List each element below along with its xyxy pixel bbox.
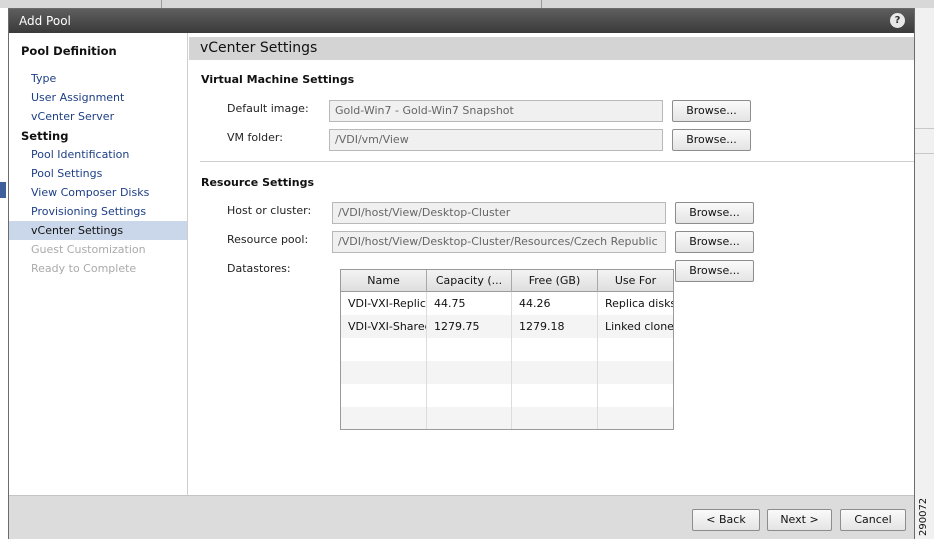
vm-folder-field[interactable]: /VDI/vm/View — [329, 129, 663, 151]
empty-cell — [427, 384, 512, 407]
background-toolbar-segment — [162, 0, 542, 8]
empty-cell — [512, 384, 598, 407]
cancel-button[interactable]: Cancel — [840, 509, 906, 531]
background-divider — [914, 128, 934, 129]
empty-table-row — [341, 338, 673, 361]
next-button[interactable]: Next > — [767, 509, 832, 531]
background-selection — [0, 182, 6, 198]
sidebar-item-provisioning-settings[interactable]: Provisioning Settings — [9, 202, 187, 221]
host-cluster-browse-button[interactable]: Browse... — [675, 202, 754, 224]
empty-cell — [512, 361, 598, 384]
empty-table-row — [341, 361, 673, 384]
table-row[interactable]: VDI-VXI-Replica 44.75 44.26 Replica disk… — [341, 292, 673, 315]
background-toolbar-segment — [0, 0, 162, 8]
sidebar-item-view-composer-disks[interactable]: View Composer Disks — [9, 183, 187, 202]
table-header: Name Capacity (... Free (GB) Use For — [341, 270, 673, 292]
empty-cell — [512, 338, 598, 361]
cell-free: 1279.18 — [512, 315, 598, 338]
empty-cell — [427, 361, 512, 384]
help-icon[interactable]: ? — [890, 13, 905, 28]
resource-settings-heading: Resource Settings — [201, 176, 315, 189]
datastores-table: Name Capacity (... Free (GB) Use For VDI… — [340, 269, 674, 430]
sidebar-item-type[interactable]: Type — [9, 69, 187, 88]
vm-folder-label: VM folder: — [227, 131, 283, 144]
default-image-browse-button[interactable]: Browse... — [672, 100, 751, 122]
empty-cell — [341, 361, 427, 384]
cell-capacity: 1279.75 — [427, 315, 512, 338]
background-panel — [914, 8, 934, 539]
host-cluster-field[interactable]: /VDI/host/View/Desktop-Cluster — [332, 202, 666, 224]
datastores-browse-button[interactable]: Browse... — [675, 260, 754, 282]
resource-pool-field[interactable]: /VDI/host/View/Desktop-Cluster/Resources… — [332, 231, 666, 253]
default-image-field[interactable]: Gold-Win7 - Gold-Win7 Snapshot — [329, 100, 663, 122]
empty-cell — [341, 338, 427, 361]
sidebar-item-ready-to-complete: Ready to Complete — [31, 262, 137, 275]
page-header: vCenter Settings — [189, 37, 914, 60]
column-header-free[interactable]: Free (GB) — [512, 270, 598, 292]
sidebar-item-guest-customization: Guest Customization — [31, 243, 146, 256]
page-title: vCenter Settings — [200, 40, 318, 56]
cell-free: 44.26 — [512, 292, 598, 315]
column-header-capacity[interactable]: Capacity (... — [427, 270, 512, 292]
dialog-footer: < Back Next > Cancel — [9, 495, 914, 539]
sidebar-item-pool-identification[interactable]: Pool Identification — [9, 145, 187, 164]
empty-cell — [341, 407, 427, 429]
host-cluster-label: Host or cluster: — [227, 204, 312, 217]
empty-cell — [427, 407, 512, 429]
resource-pool-label: Resource pool: — [227, 233, 309, 246]
background-toolbar — [0, 0, 934, 8]
empty-cell — [341, 384, 427, 407]
section-divider — [200, 161, 914, 162]
empty-cell — [427, 338, 512, 361]
cell-name: VDI-VXI-Replica — [341, 292, 427, 315]
wizard-steps-sidebar: Pool Definition Type User Assignment vCe… — [9, 33, 188, 495]
sidebar-item-vcenter-settings[interactable]: vCenter Settings — [9, 221, 187, 240]
cell-use-for: Replica disks — [605, 297, 673, 310]
sidebar-section-setting: Setting — [21, 129, 69, 143]
vm-folder-browse-button[interactable]: Browse... — [672, 129, 751, 151]
resource-pool-browse-button[interactable]: Browse... — [675, 231, 754, 253]
dialog-title: Add Pool — [19, 14, 71, 28]
column-header-name[interactable]: Name — [341, 270, 427, 292]
vm-settings-heading: Virtual Machine Settings — [201, 73, 355, 86]
sidebar-item-pool-settings[interactable]: Pool Settings — [9, 164, 187, 183]
empty-table-row — [341, 407, 673, 429]
cell-capacity: 44.75 — [427, 292, 512, 315]
empty-table-row — [341, 384, 673, 407]
default-image-label: Default image: — [227, 102, 309, 115]
sidebar-item-vcenter-server[interactable]: vCenter Server — [9, 107, 187, 126]
cell-use-for: Linked clones — [605, 320, 673, 333]
datastores-label: Datastores: — [227, 262, 291, 275]
dialog-titlebar: Add Pool ? — [9, 9, 914, 33]
main-panel: vCenter Settings Virtual Machine Setting… — [189, 33, 914, 495]
background-divider — [914, 153, 934, 154]
back-button[interactable]: < Back — [692, 509, 760, 531]
sidebar-item-user-assignment[interactable]: User Assignment — [9, 88, 187, 107]
cell-name: VDI-VXI-Shared — [341, 315, 427, 338]
figure-id: 290072 — [918, 497, 929, 537]
column-header-use-for[interactable]: Use For — [598, 270, 673, 292]
sidebar-section-pool-definition: Pool Definition — [21, 44, 117, 58]
add-pool-dialog: Add Pool ? Pool Definition Type User Ass… — [8, 8, 915, 539]
empty-cell — [512, 407, 598, 429]
table-row[interactable]: VDI-VXI-Shared 1279.75 1279.18 Linked cl… — [341, 315, 673, 338]
